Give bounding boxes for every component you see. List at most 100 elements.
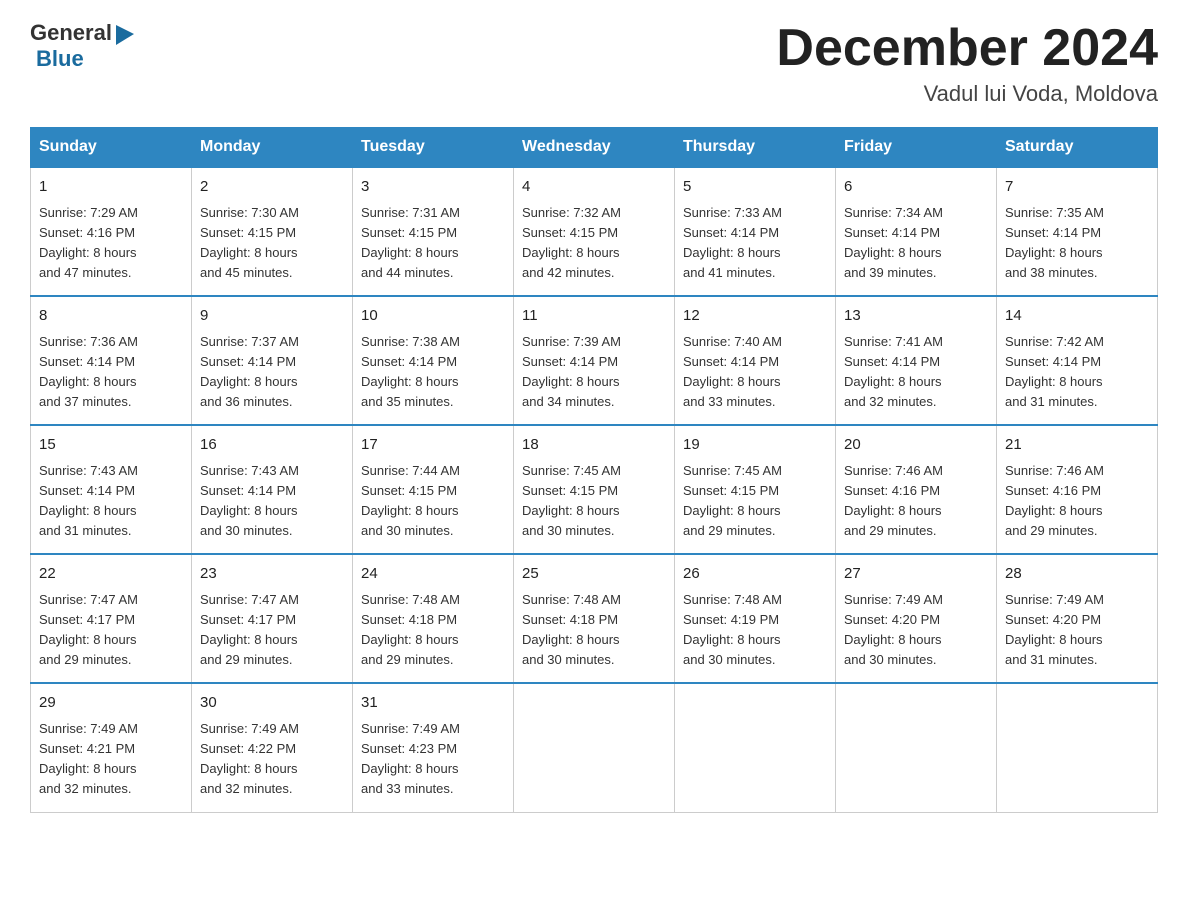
calendar-cell: 24 Sunrise: 7:48 AMSunset: 4:18 PMDayligh… (353, 554, 514, 683)
calendar-cell: 5Sunrise: 7:33 AMSunset: 4:14 PMDaylight… (675, 167, 836, 296)
calendar-cell: 7 Sunrise: 7:35 AMSunset: 4:14 PMDaylight… (997, 167, 1158, 296)
day-info: Sunrise: 7:34 AMSunset: 4:14 PMDaylight:… (844, 205, 943, 280)
day-number: 8 (39, 305, 183, 328)
day-number: 7 (1005, 176, 1149, 199)
day-info: Sunrise: 7:32 AMSunset: 4:15 PMDaylight:… (522, 205, 621, 280)
day-number: 12 (683, 305, 827, 328)
day-info: Sunrise: 7:29 AMSunset: 4:16 PMDaylight:… (39, 205, 138, 280)
day-info: Sunrise: 7:33 AMSunset: 4:14 PMDaylight:… (683, 205, 782, 280)
calendar-week-row: 8Sunrise: 7:36 AMSunset: 4:14 PMDaylight… (31, 296, 1158, 425)
calendar-cell (836, 683, 997, 812)
day-number: 3 (361, 176, 505, 199)
calendar-cell: 3Sunrise: 7:31 AMSunset: 4:15 PMDaylight… (353, 167, 514, 296)
calendar-cell: 22 Sunrise: 7:47 AMSunset: 4:17 PMDayligh… (31, 554, 192, 683)
day-info: Sunrise: 7:46 AMSunset: 4:16 PMDaylight:… (844, 463, 943, 538)
day-info: Sunrise: 7:45 AMSunset: 4:15 PMDaylight:… (683, 463, 782, 538)
day-number: 26 (683, 563, 827, 586)
day-number: 16 (200, 434, 344, 457)
location-title: Vadul lui Voda, Moldova (776, 81, 1158, 107)
day-number: 19 (683, 434, 827, 457)
calendar-week-row: 15Sunrise: 7:43 AMSunset: 4:14 PMDayligh… (31, 425, 1158, 554)
day-number: 18 (522, 434, 666, 457)
day-info: Sunrise: 7:43 AMSunset: 4:14 PMDaylight:… (39, 463, 138, 538)
calendar-cell (514, 683, 675, 812)
day-number: 17 (361, 434, 505, 457)
calendar-cell: 1 Sunrise: 7:29 AMSunset: 4:16 PMDaylight… (31, 167, 192, 296)
calendar-header-row: SundayMondayTuesdayWednesdayThursdayFrid… (31, 128, 1158, 168)
day-number: 1 (39, 176, 183, 199)
month-title: December 2024 (776, 20, 1158, 77)
calendar-cell: 16 Sunrise: 7:43 AMSunset: 4:14 PMDayligh… (192, 425, 353, 554)
calendar-cell: 23 Sunrise: 7:47 AMSunset: 4:17 PMDayligh… (192, 554, 353, 683)
day-number: 13 (844, 305, 988, 328)
day-info: Sunrise: 7:38 AMSunset: 4:14 PMDaylight:… (361, 334, 460, 409)
day-info: Sunrise: 7:48 AMSunset: 4:19 PMDaylight:… (683, 592, 782, 667)
day-info: Sunrise: 7:43 AMSunset: 4:14 PMDaylight:… (200, 463, 299, 538)
day-number: 22 (39, 563, 183, 586)
day-number: 11 (522, 305, 666, 328)
calendar-cell: 9Sunrise: 7:37 AMSunset: 4:14 PMDaylight… (192, 296, 353, 425)
day-info: Sunrise: 7:45 AMSunset: 4:15 PMDaylight:… (522, 463, 621, 538)
day-info: Sunrise: 7:47 AMSunset: 4:17 PMDaylight:… (39, 592, 138, 667)
day-info: Sunrise: 7:35 AMSunset: 4:14 PMDaylight:… (1005, 205, 1104, 280)
day-number: 9 (200, 305, 344, 328)
logo-blue-text: Blue (36, 46, 84, 72)
day-number: 31 (361, 692, 505, 715)
day-info: Sunrise: 7:48 AMSunset: 4:18 PMDaylight:… (361, 592, 460, 667)
column-header-monday: Monday (192, 128, 353, 168)
calendar-cell: 18 Sunrise: 7:45 AMSunset: 4:15 PMDayligh… (514, 425, 675, 554)
calendar-week-row: 29 Sunrise: 7:49 AMSunset: 4:21 PMDayligh… (31, 683, 1158, 812)
calendar-cell: 28 Sunrise: 7:49 AMSunset: 4:20 PMDayligh… (997, 554, 1158, 683)
day-number: 4 (522, 176, 666, 199)
column-header-wednesday: Wednesday (514, 128, 675, 168)
day-info: Sunrise: 7:47 AMSunset: 4:17 PMDaylight:… (200, 592, 299, 667)
day-info: Sunrise: 7:39 AMSunset: 4:14 PMDaylight:… (522, 334, 621, 409)
page-header: General Blue December 2024 Vadul lui Vod… (30, 20, 1158, 107)
column-header-sunday: Sunday (31, 128, 192, 168)
calendar-cell: 12 Sunrise: 7:40 AMSunset: 4:14 PMDayligh… (675, 296, 836, 425)
day-number: 30 (200, 692, 344, 715)
calendar-cell: 11 Sunrise: 7:39 AMSunset: 4:14 PMDayligh… (514, 296, 675, 425)
logo: General Blue (30, 20, 136, 72)
day-info: Sunrise: 7:30 AMSunset: 4:15 PMDaylight:… (200, 205, 299, 280)
day-number: 10 (361, 305, 505, 328)
calendar-week-row: 22 Sunrise: 7:47 AMSunset: 4:17 PMDayligh… (31, 554, 1158, 683)
day-number: 24 (361, 563, 505, 586)
calendar-week-row: 1 Sunrise: 7:29 AMSunset: 4:16 PMDaylight… (31, 167, 1158, 296)
calendar-cell: 20Sunrise: 7:46 AMSunset: 4:16 PMDayligh… (836, 425, 997, 554)
day-info: Sunrise: 7:49 AMSunset: 4:20 PMDaylight:… (1005, 592, 1104, 667)
day-number: 2 (200, 176, 344, 199)
day-number: 27 (844, 563, 988, 586)
day-number: 21 (1005, 434, 1149, 457)
day-info: Sunrise: 7:49 AMSunset: 4:20 PMDaylight:… (844, 592, 943, 667)
day-info: Sunrise: 7:49 AMSunset: 4:21 PMDaylight:… (39, 721, 138, 796)
calendar-cell: 17 Sunrise: 7:44 AMSunset: 4:15 PMDayligh… (353, 425, 514, 554)
day-number: 25 (522, 563, 666, 586)
day-number: 23 (200, 563, 344, 586)
calendar-cell: 2 Sunrise: 7:30 AMSunset: 4:15 PMDaylight… (192, 167, 353, 296)
day-info: Sunrise: 7:40 AMSunset: 4:14 PMDaylight:… (683, 334, 782, 409)
column-header-thursday: Thursday (675, 128, 836, 168)
calendar-cell: 14 Sunrise: 7:42 AMSunset: 4:14 PMDayligh… (997, 296, 1158, 425)
calendar-table: SundayMondayTuesdayWednesdayThursdayFrid… (30, 127, 1158, 812)
calendar-cell (997, 683, 1158, 812)
calendar-cell: 30Sunrise: 7:49 AMSunset: 4:22 PMDayligh… (192, 683, 353, 812)
calendar-cell: 13 Sunrise: 7:41 AMSunset: 4:14 PMDayligh… (836, 296, 997, 425)
title-block: December 2024 Vadul lui Voda, Moldova (776, 20, 1158, 107)
column-header-saturday: Saturday (997, 128, 1158, 168)
calendar-cell: 26 Sunrise: 7:48 AMSunset: 4:19 PMDayligh… (675, 554, 836, 683)
calendar-cell: 21 Sunrise: 7:46 AMSunset: 4:16 PMDayligh… (997, 425, 1158, 554)
day-info: Sunrise: 7:41 AMSunset: 4:14 PMDaylight:… (844, 334, 943, 409)
calendar-cell: 8Sunrise: 7:36 AMSunset: 4:14 PMDaylight… (31, 296, 192, 425)
day-number: 28 (1005, 563, 1149, 586)
calendar-cell: 15Sunrise: 7:43 AMSunset: 4:14 PMDayligh… (31, 425, 192, 554)
logo-arrow-icon (114, 23, 136, 45)
day-number: 29 (39, 692, 183, 715)
calendar-cell: 10 Sunrise: 7:38 AMSunset: 4:14 PMDayligh… (353, 296, 514, 425)
day-info: Sunrise: 7:42 AMSunset: 4:14 PMDaylight:… (1005, 334, 1104, 409)
day-number: 14 (1005, 305, 1149, 328)
day-info: Sunrise: 7:44 AMSunset: 4:15 PMDaylight:… (361, 463, 460, 538)
calendar-cell: 31Sunrise: 7:49 AMSunset: 4:23 PMDayligh… (353, 683, 514, 812)
day-info: Sunrise: 7:48 AMSunset: 4:18 PMDaylight:… (522, 592, 621, 667)
day-info: Sunrise: 7:46 AMSunset: 4:16 PMDaylight:… (1005, 463, 1104, 538)
